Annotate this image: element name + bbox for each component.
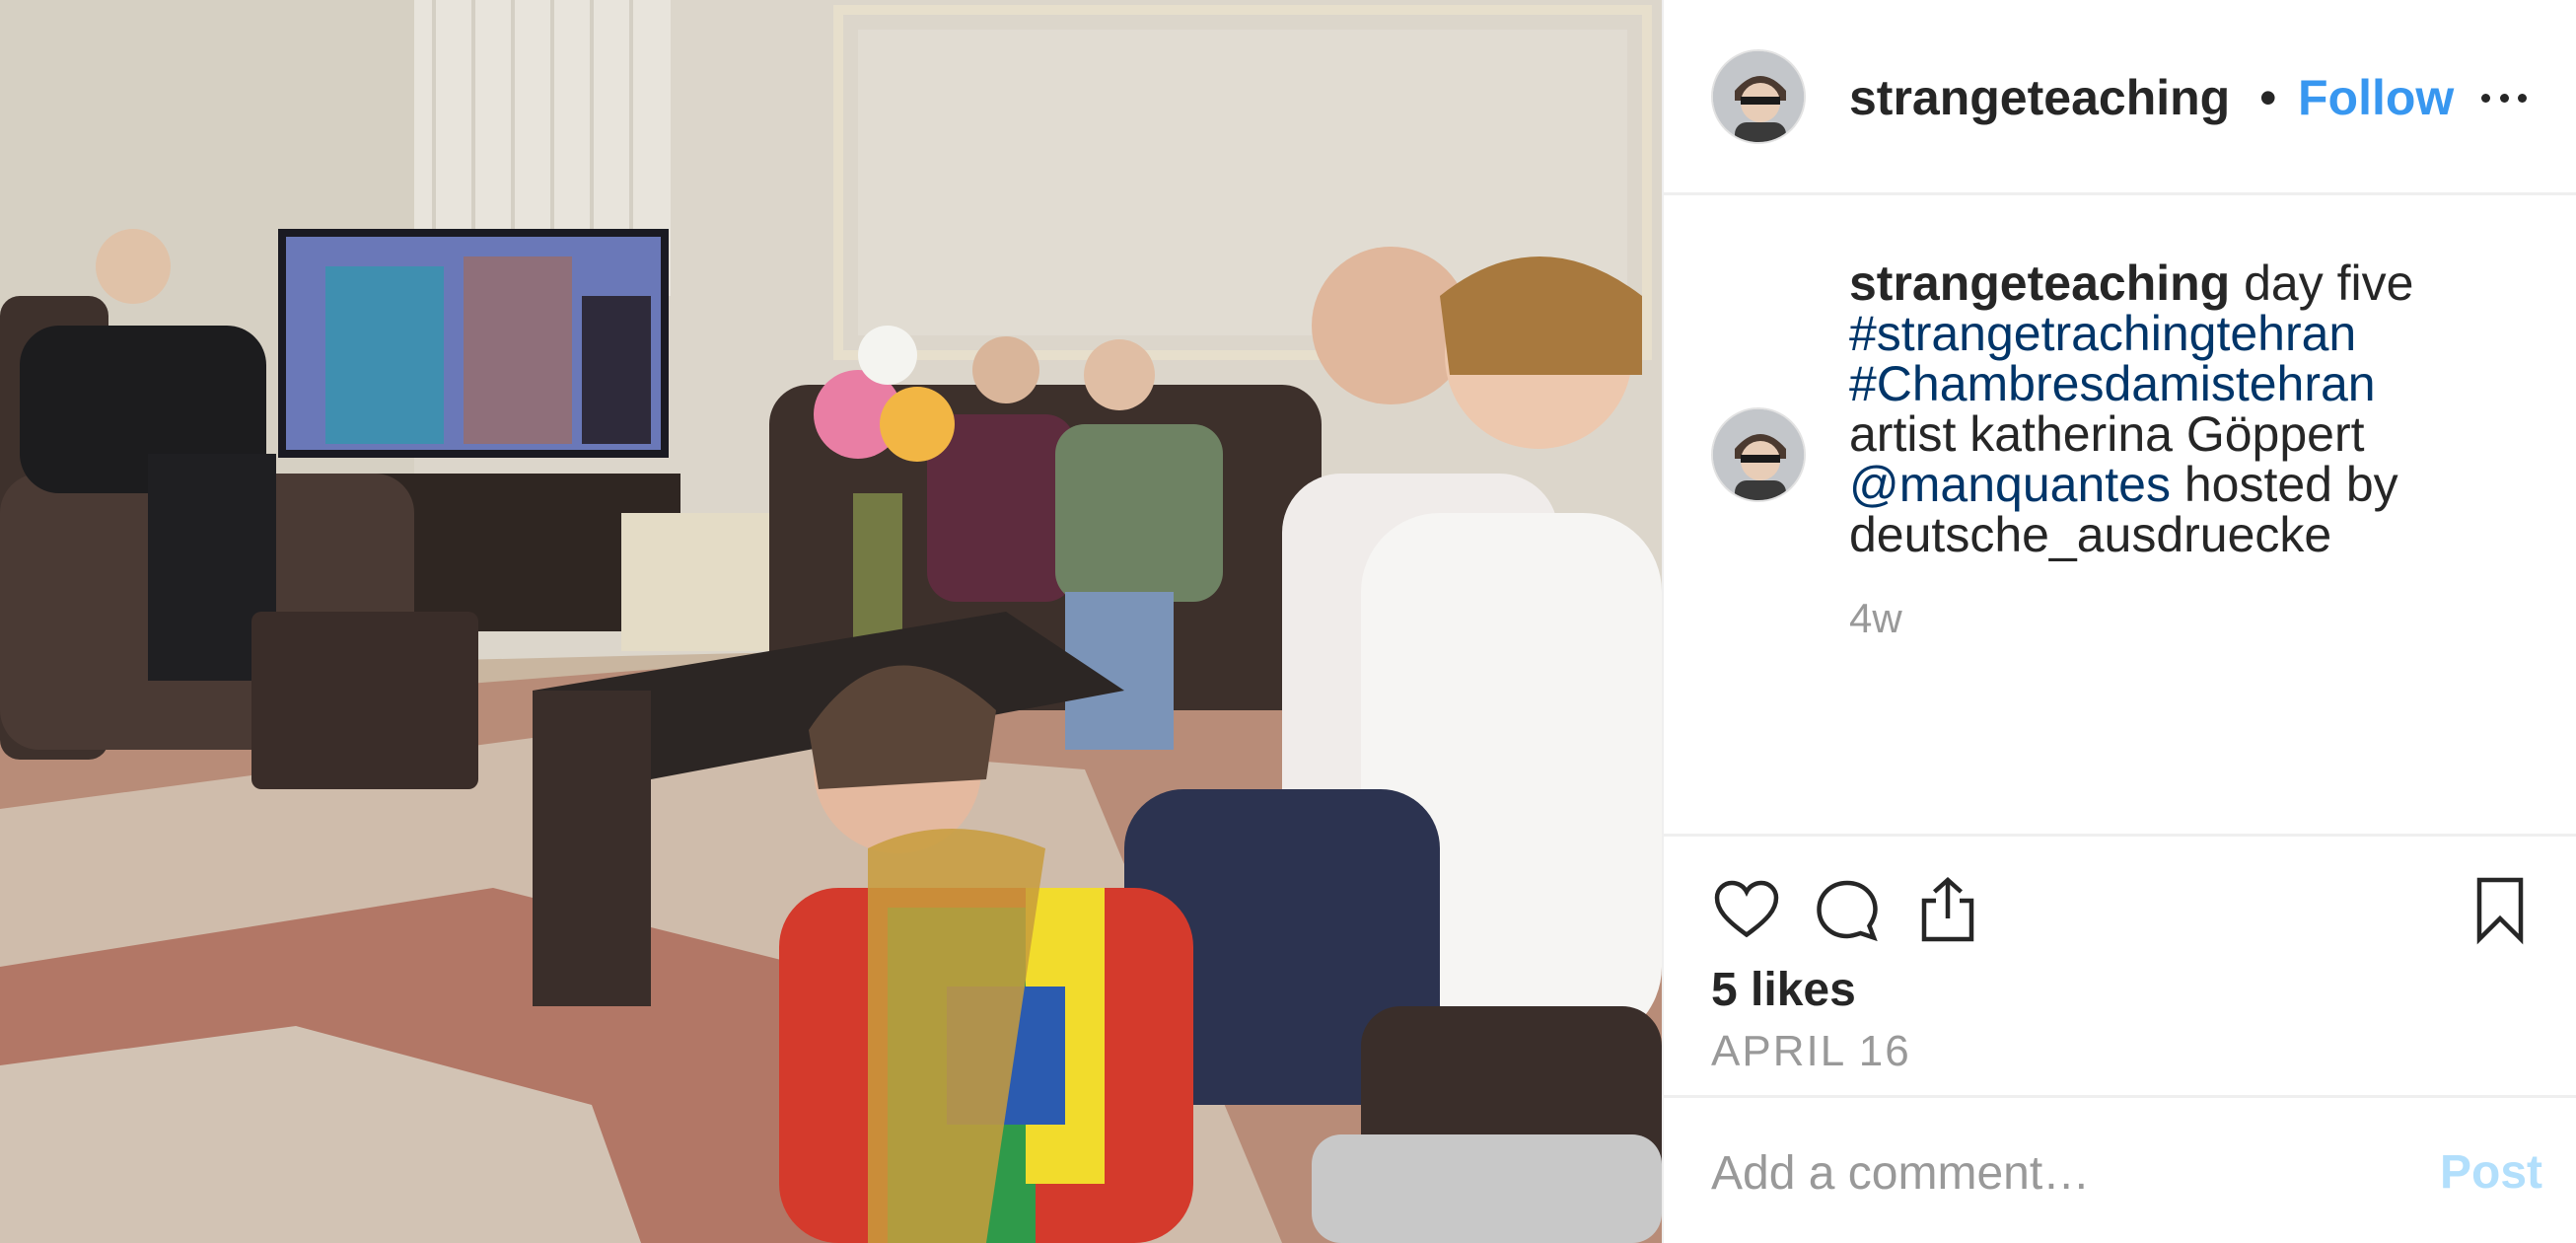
- caption-username[interactable]: strangeteaching: [1849, 256, 2230, 311]
- follow-button[interactable]: Follow: [2298, 69, 2454, 126]
- post-author-username[interactable]: strangeteaching: [1849, 69, 2254, 126]
- instagram-post: strangeteaching • Follow strangeteaching…: [0, 0, 2576, 1243]
- post-side-panel: strangeteaching • Follow strangeteaching…: [1662, 0, 2576, 1243]
- likes-count[interactable]: 5 likes: [1711, 963, 1856, 1018]
- more-options-icon[interactable]: [2481, 69, 2527, 126]
- post-comment-button[interactable]: Post: [2440, 1145, 2542, 1200]
- share-upload-icon[interactable]: [1912, 874, 1983, 945]
- post-header: strangeteaching • Follow: [1664, 0, 2576, 195]
- caption-line: @manquantes hosted by: [1849, 460, 2540, 510]
- separator-dot: •: [2259, 70, 2277, 125]
- caption-text: hosted by: [2170, 457, 2398, 512]
- caption-text: deutsche_ausdruecke: [1849, 507, 2332, 562]
- more-dot: [2499, 93, 2509, 103]
- more-dot: [2481, 93, 2490, 103]
- comment-input[interactable]: [1711, 1141, 2362, 1205]
- mention-link[interactable]: @manquantes: [1849, 457, 2171, 512]
- hashtag-link[interactable]: #strangetrachingtehran: [1849, 309, 2540, 359]
- post-caption-area: strangeteaching day five #strangetrachin…: [1664, 195, 2576, 837]
- caption-line: strangeteaching day five: [1849, 258, 2540, 309]
- caption-avatar[interactable]: [1711, 407, 1806, 502]
- caption-text: day five: [2230, 256, 2414, 311]
- bookmark-icon[interactable]: [2465, 874, 2536, 945]
- post-photo[interactable]: [0, 0, 1662, 1243]
- caption-timestamp[interactable]: 4w: [1849, 595, 1902, 642]
- heart-icon[interactable]: [1711, 874, 1782, 945]
- avatar[interactable]: [1711, 49, 1806, 144]
- avatar-image: [1713, 409, 1804, 500]
- hashtag-link[interactable]: #Chambresdamistehran: [1849, 359, 2540, 409]
- post-actions: 5 likes APRIL 16: [1664, 834, 2576, 1100]
- comment-box: Post: [1664, 1095, 2576, 1243]
- post-caption: strangeteaching day five #strangetrachin…: [1849, 258, 2540, 560]
- more-dot: [2518, 93, 2527, 103]
- post-date: APRIL 16: [1711, 1027, 1911, 1075]
- comment-bubble-icon[interactable]: [1812, 874, 1883, 945]
- caption-text: artist katherina Göppert: [1849, 406, 2365, 462]
- avatar-image: [1713, 51, 1804, 142]
